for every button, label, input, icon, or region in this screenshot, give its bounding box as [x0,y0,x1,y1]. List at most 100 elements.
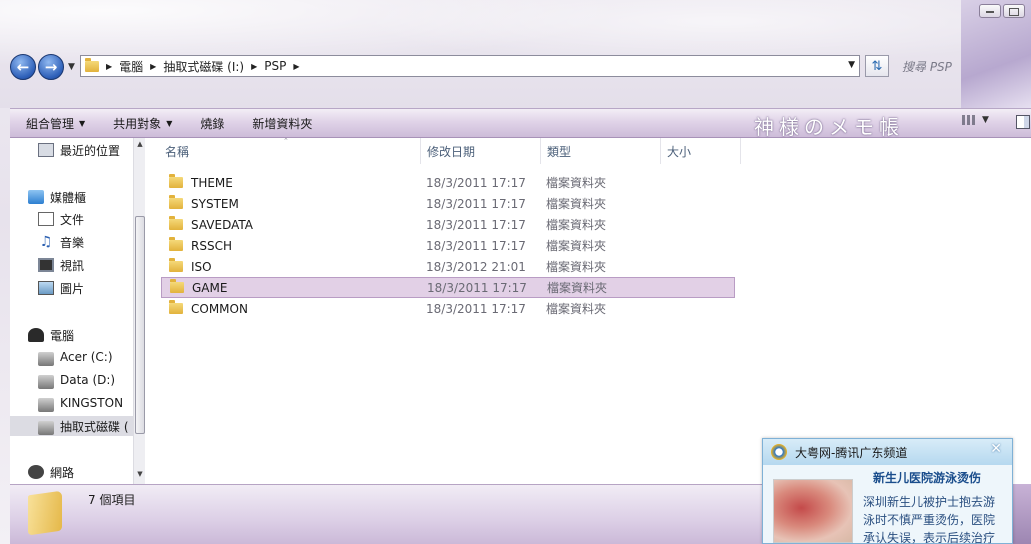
breadcrumb-item[interactable]: 抽取式磁碟 (I:) [163,58,244,75]
file-row[interactable]: ISO 18/3/2012 21:01 檔案資料夾 [161,256,735,277]
folder-icon [169,300,183,314]
sidebar-item-label: 視訊 [60,258,85,273]
sidebar-item-removable-disk[interactable]: 抽取式磁碟 ( [10,416,133,436]
address-dropdown-chevron-icon[interactable]: ▼ [848,60,855,70]
search-input[interactable]: 搜尋 PSP [896,55,1016,77]
column-header-size[interactable]: 大小 [661,138,741,164]
folder-icon [169,174,183,188]
new-folder-button[interactable]: 新增資料夾 [236,115,324,132]
breadcrumb-item[interactable]: 電腦 [119,58,143,75]
minimize-button[interactable] [979,4,1001,18]
sidebar-item-label: 文件 [60,212,85,227]
file-date: 18/3/2012 21:01 [426,259,526,274]
news-headline[interactable]: 新生儿医院游泳烫伤 [873,469,981,486]
file-row[interactable]: SAVEDATA 18/3/2011 17:17 檔案資料夾 [161,214,735,235]
file-row[interactable]: RSSCH 18/3/2011 17:17 檔案資料夾 [161,235,735,256]
file-name: GAME [192,280,228,295]
view-grid-icon [962,115,976,125]
folder-icon [169,195,183,209]
theme-decoration [1013,484,1031,544]
chevron-down-icon: ▼ [79,118,86,128]
drive-icon [38,351,54,366]
file-type: 檔案資料夾 [546,302,607,316]
drive-icon [38,374,54,389]
column-header-label: 名稱 [165,144,190,159]
sidebar-item-label: Acer (C:) [60,350,113,364]
file-date: 18/3/2011 17:17 [426,238,526,253]
column-header-label: 類型 [547,144,572,159]
organize-label: 組合管理 [26,116,75,131]
file-row-selected[interactable]: GAME 18/3/2011 17:17 檔案資料夾 [161,277,735,298]
sidebar-scrollbar[interactable]: ▲ ▼ [133,138,145,484]
folder-icon [169,258,183,272]
sidebar-item-label: KINGSTON [60,396,124,410]
address-bar[interactable]: ▶ 電腦 ▶ 抽取式磁碟 (I:) ▶ PSP ▶ ▼ [80,55,860,77]
column-header-label: 修改日期 [427,144,476,159]
breadcrumb-separator-icon[interactable]: ▶ [150,62,156,71]
document-icon [38,212,54,226]
close-icon[interactable]: ✕ [990,441,1002,457]
usb-drive-icon [38,420,54,435]
theme-banner-title: 神様のメモ帳 [754,115,904,139]
preview-pane-button[interactable] [1016,115,1030,129]
folder-icon [85,57,99,72]
search-placeholder: 搜尋 PSP [902,59,952,74]
breadcrumb-separator-icon[interactable]: ▶ [106,62,112,71]
column-header-label: 大小 [667,144,692,159]
column-header-type[interactable]: 類型 [541,138,661,164]
scrollbar-thumb[interactable] [135,216,145,434]
file-name: THEME [191,175,233,190]
file-date: 18/3/2011 17:17 [427,280,527,295]
organize-menu-button[interactable]: 組合管理 ▼ [10,115,97,132]
library-icon [28,190,44,204]
change-view-button[interactable]: ▼ [962,115,989,125]
share-menu-button[interactable]: 共用對象 ▼ [97,115,184,132]
file-name: SAVEDATA [191,217,253,232]
pictures-icon [38,281,54,295]
window-controls [979,4,1025,18]
network-icon [28,465,44,479]
folder-icon [28,490,62,536]
file-date: 18/3/2011 17:17 [426,196,526,211]
maximize-button[interactable] [1003,4,1025,18]
news-popup[interactable]: 大粤网-腾讯广东频道 ✕ 新生儿医院游泳烫伤 深圳新生儿被护士抱去游泳时不慎严重… [762,438,1013,544]
folder-icon [169,237,183,251]
file-type: 檔案資料夾 [546,197,607,211]
breadcrumb-separator-icon[interactable]: ▶ [293,62,299,71]
sidebar-item-label: Data (D:) [60,373,116,387]
file-type: 檔案資料夾 [547,281,608,295]
folder-icon [169,216,183,230]
column-header-date[interactable]: 修改日期 [421,138,541,164]
file-name: RSSCH [191,238,232,253]
folder-icon [170,279,184,293]
back-arrow-icon[interactable]: ← [10,54,36,80]
breadcrumb-item[interactable]: PSP [264,59,286,73]
news-thumbnail[interactable] [773,479,853,543]
file-date: 18/3/2011 17:17 [426,175,526,190]
refresh-button[interactable]: ⇅ [865,55,889,77]
file-list: ⌃ 名稱 修改日期 類型 大小 THEME 18/3/2011 17:17 檔案… [145,137,1031,484]
file-row[interactable]: SYSTEM 18/3/2011 17:17 檔案資料夾 [161,193,735,214]
file-row[interactable]: THEME 18/3/2011 17:17 檔案資料夾 [161,172,735,193]
item-count: 7 個項目 [88,493,136,507]
sidebar-item-label: 網路 [50,465,75,480]
recent-pages-chevron-icon[interactable]: ▼ [68,62,78,72]
breadcrumb-separator-icon[interactable]: ▶ [251,62,257,71]
popup-source: 大粤网-腾讯广东频道 [795,445,908,460]
file-name: SYSTEM [191,196,239,211]
burn-button[interactable]: 燒錄 [184,115,236,132]
sidebar-item-label: 電腦 [50,328,75,343]
navigation-pane: 最近的位置 媒體櫃 文件 ♫ 音樂 視訊 圖片 電腦 Acer (C:) Dat… [10,138,145,484]
tencent-logo-icon [771,444,787,460]
news-summary[interactable]: 深圳新生儿被护士抱去游泳时不慎严重烫伤，医院承认失误，表示后续治疗 [863,493,1003,544]
file-type: 檔案資料夾 [546,176,607,190]
sidebar-item-label: 抽取式磁碟 ( [60,419,129,434]
file-row[interactable]: COMMON 18/3/2011 17:17 檔案資料夾 [161,298,735,319]
sidebar-item-label: 圖片 [60,281,85,296]
forward-arrow-icon[interactable]: → [38,54,64,80]
file-type: 檔案資料夾 [546,218,607,232]
navigation-bar: ← → ▼ ▶ 電腦 ▶ 抽取式磁碟 (I:) ▶ PSP ▶ ▼ ⇅ 搜尋 P… [10,53,1020,81]
computer-icon [28,328,44,342]
column-header-name[interactable]: 名稱 [159,138,421,164]
chevron-down-icon: ▼ [166,118,173,128]
